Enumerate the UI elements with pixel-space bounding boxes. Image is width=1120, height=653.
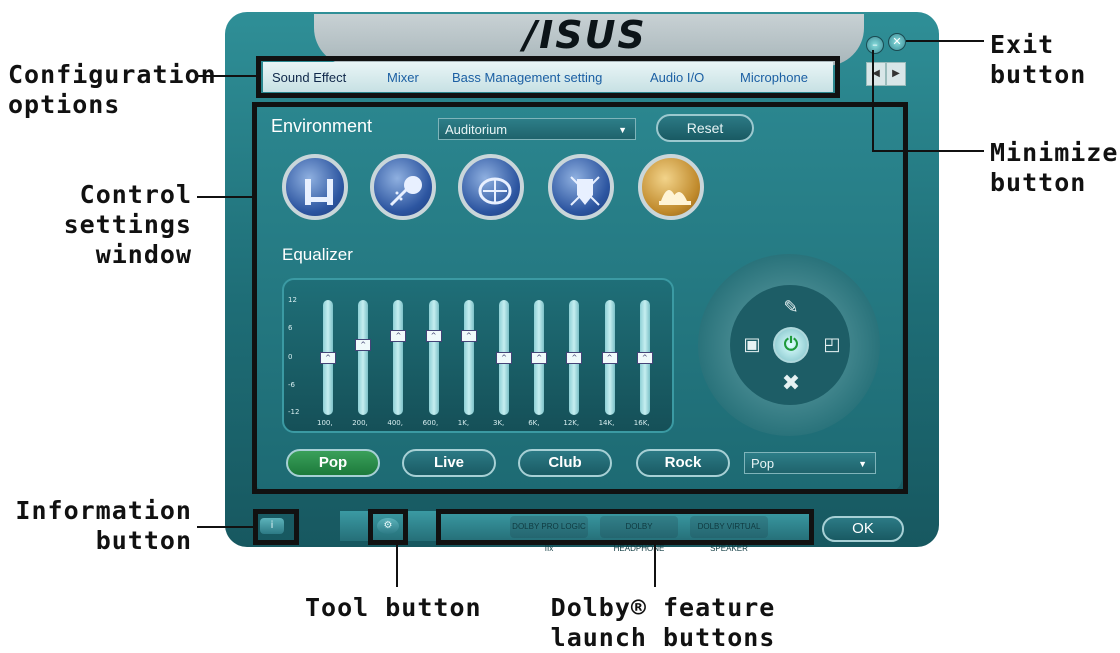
callout-line — [654, 545, 656, 587]
minimize-button[interactable]: – — [866, 36, 884, 54]
highlight-configuration — [256, 56, 840, 98]
eq-band-label: 14K, — [598, 419, 615, 427]
tab-scroll-left-button[interactable]: ◀ — [866, 62, 886, 86]
callout-line — [872, 50, 874, 150]
highlight-dolby — [436, 509, 814, 545]
control-settings-callout: Control settings window — [63, 180, 192, 269]
eq-band-label: 6K, — [528, 419, 540, 427]
callout-line — [197, 196, 254, 198]
eq-band-label: 12K, — [563, 419, 580, 427]
ok-button[interactable]: OK — [822, 516, 904, 542]
highlight-control-window — [252, 102, 908, 494]
callout-line — [906, 40, 984, 42]
eq-band-label: 16K, — [633, 419, 650, 427]
eq-band-label: 600, — [422, 419, 439, 427]
highlight-tool — [368, 509, 408, 545]
eq-band-label: 200, — [352, 419, 368, 427]
eq-band-label: 400, — [387, 419, 403, 427]
callout-line — [197, 526, 254, 528]
dolby-callout: Dolby® feature launch buttons — [550, 593, 776, 652]
information-callout: Information button — [15, 496, 192, 555]
exit-button[interactable]: ✕ — [888, 33, 906, 51]
eq-band-label: 1K, — [457, 419, 470, 427]
callout-line — [396, 545, 398, 587]
configuration-options-callout: Configuration options — [8, 60, 217, 119]
tab-scroll-right-button[interactable]: ▶ — [886, 62, 906, 86]
highlight-information — [253, 509, 299, 545]
callout-line — [872, 150, 984, 152]
tool-callout: Tool button — [305, 593, 482, 622]
eq-band-label: 3K, — [493, 419, 505, 427]
exit-callout: Exit button — [990, 30, 1087, 89]
eq-band-label: 100, — [317, 419, 333, 427]
minimize-callout: Minimize button — [990, 138, 1119, 197]
asus-logo: /ISUS — [523, 13, 647, 57]
